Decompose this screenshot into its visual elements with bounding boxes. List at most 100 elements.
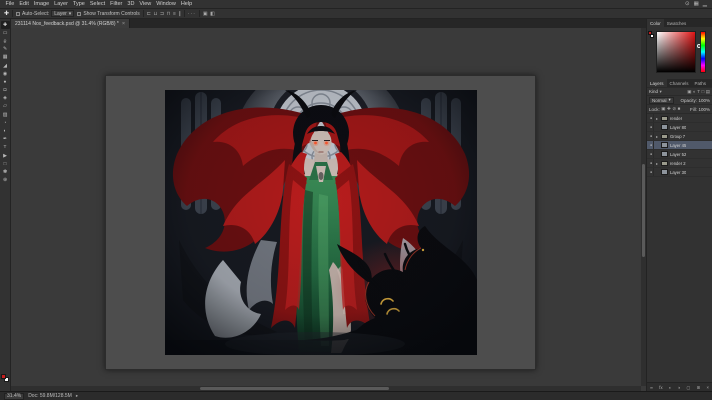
- eraser-tool[interactable]: ▱: [1, 103, 10, 111]
- layer-row[interactable]: ● ▸ Layer 52: [647, 150, 712, 159]
- layer-visibility-eye-icon[interactable]: ●: [649, 132, 654, 140]
- layer-visibility-eye-icon[interactable]: ●: [649, 159, 654, 167]
- clone-stamp-tool[interactable]: ◘: [1, 87, 10, 95]
- menu-item[interactable]: View: [137, 1, 154, 7]
- link-layers-icon[interactable]: ∞: [650, 385, 653, 390]
- lock-pixels-icon[interactable]: ✚: [667, 106, 671, 112]
- layer-row[interactable]: ● ▸ Group 7: [647, 132, 712, 141]
- horizontal-scrollbar-thumb[interactable]: [200, 387, 389, 390]
- menu-item[interactable]: Filter: [108, 1, 125, 7]
- move-tool[interactable]: ✚: [0, 21, 10, 30]
- document-canvas[interactable]: [105, 75, 536, 370]
- panel-background-swatch[interactable]: [650, 34, 654, 38]
- lasso-tool[interactable]: ϱ: [1, 37, 10, 45]
- layer-style-icon[interactable]: fx: [659, 385, 662, 390]
- brush-tool[interactable]: ●: [1, 78, 10, 86]
- healing-brush-tool[interactable]: ◉: [1, 70, 10, 78]
- arrange-icon[interactable]: ◧: [210, 11, 215, 17]
- path-selection-tool[interactable]: ▶: [1, 152, 10, 160]
- filter-shape-layers-icon[interactable]: □: [702, 89, 705, 95]
- hue-slider[interactable]: [700, 31, 706, 73]
- align-top-icon[interactable]: ⊓: [167, 11, 171, 17]
- layer-row[interactable]: ● ▸ Layer 80: [647, 123, 712, 132]
- panel-tab[interactable]: Paths: [692, 79, 710, 87]
- artwork-layer[interactable]: [165, 90, 477, 355]
- layer-name[interactable]: Layer 30: [670, 170, 686, 175]
- menu-item[interactable]: Edit: [17, 1, 31, 7]
- pen-tool[interactable]: ✒: [1, 136, 10, 144]
- menu-item[interactable]: Image: [31, 1, 51, 7]
- status-caret-icon[interactable]: ▸: [76, 393, 78, 399]
- distribute-horizontal-icon[interactable]: ∥: [178, 11, 181, 17]
- layer-name[interactable]: Layer 80: [670, 125, 686, 130]
- auto-select-dropdown[interactable]: Layer ▾: [51, 10, 75, 17]
- type-tool[interactable]: T: [1, 144, 10, 152]
- delete-layer-icon[interactable]: ×: [707, 385, 709, 390]
- lock-position-icon[interactable]: ⊘: [672, 106, 676, 112]
- zoom-tool[interactable]: ⊕: [1, 177, 10, 185]
- layer-thumbnail[interactable]: [661, 160, 668, 166]
- lock-all-icon[interactable]: ■: [678, 106, 681, 112]
- menu-item[interactable]: File: [3, 1, 17, 7]
- saturation-brightness-field[interactable]: [656, 31, 701, 73]
- show-transform-checkbox[interactable]: [77, 11, 82, 16]
- distribute-vertical-icon[interactable]: ≡: [173, 11, 176, 17]
- layer-thumbnail[interactable]: [661, 124, 668, 130]
- active-tool-icon[interactable]: ✚: [4, 10, 9, 17]
- panel-tab[interactable]: Layers: [647, 79, 667, 87]
- panel-tab[interactable]: Color: [647, 19, 664, 27]
- layer-row[interactable]: ● ▸ render: [647, 114, 712, 123]
- eyedropper-tool[interactable]: ◢: [1, 62, 10, 70]
- group-expand-arrow-icon[interactable]: ▸: [656, 161, 659, 166]
- blend-mode-dropdown[interactable]: Normal ▾: [649, 96, 674, 104]
- blur-tool[interactable]: ◔: [1, 119, 10, 127]
- quick-selection-tool[interactable]: ✎: [1, 46, 10, 54]
- layer-visibility-eye-icon[interactable]: ●: [649, 150, 654, 158]
- lock-transparency-icon[interactable]: ▣: [661, 106, 665, 112]
- layer-name[interactable]: Layer 52: [670, 152, 686, 157]
- layer-visibility-eye-icon[interactable]: ●: [649, 114, 654, 122]
- shape-tool[interactable]: □: [1, 160, 10, 168]
- vertical-scrollbar-thumb[interactable]: [642, 164, 645, 258]
- layer-thumbnail[interactable]: [661, 133, 668, 139]
- layer-row[interactable]: ● ▸ Layer 30: [647, 168, 712, 177]
- layer-name[interactable]: Group 7: [670, 134, 685, 139]
- filter-smart-objects-icon[interactable]: ▤: [706, 89, 710, 95]
- gradient-tool[interactable]: ▨: [1, 111, 10, 119]
- layer-visibility-eye-icon[interactable]: ●: [649, 141, 654, 149]
- panel-tab[interactable]: Channels: [667, 79, 692, 87]
- dodge-tool[interactable]: ◐: [1, 127, 10, 135]
- more-options-button[interactable]: ···: [188, 11, 196, 17]
- align-right-icon[interactable]: ⊐: [160, 11, 164, 17]
- hand-tool[interactable]: ✽: [1, 168, 10, 176]
- new-group-icon[interactable]: ▢: [686, 385, 690, 390]
- chevron-down-icon[interactable]: ▾: [660, 89, 662, 95]
- panel-tab[interactable]: Swatches: [664, 19, 690, 27]
- layer-name[interactable]: render 2: [670, 161, 686, 166]
- history-brush-tool[interactable]: ◈: [1, 95, 10, 103]
- search-icon[interactable]: ⊙: [683, 1, 692, 7]
- menu-item[interactable]: Window: [154, 1, 179, 7]
- fill-value[interactable]: 100%: [698, 107, 710, 112]
- close-tab-icon[interactable]: ×: [122, 21, 125, 27]
- menu-item[interactable]: 3D: [125, 1, 137, 7]
- adjustment-layer-icon[interactable]: ◑: [678, 385, 681, 390]
- menu-item[interactable]: Layer: [52, 1, 71, 7]
- zoom-level-field[interactable]: 31.4%: [4, 392, 25, 400]
- auto-select-checkbox[interactable]: [16, 11, 21, 16]
- filter-type-layers-icon[interactable]: T: [697, 89, 700, 95]
- layer-thumbnail[interactable]: [661, 142, 668, 148]
- marquee-tool[interactable]: ▭: [1, 29, 10, 37]
- 3d-mode-icon[interactable]: ▣: [203, 11, 208, 17]
- layer-row[interactable]: ● ▸ Layer 45: [647, 141, 712, 150]
- group-expand-arrow-icon[interactable]: ▸: [656, 116, 659, 121]
- layer-thumbnail[interactable]: [661, 169, 668, 175]
- layer-thumbnail[interactable]: [661, 151, 668, 157]
- layer-thumbnail[interactable]: [661, 115, 668, 121]
- group-expand-arrow-icon[interactable]: ▸: [656, 134, 659, 139]
- document-tab[interactable]: 231114 Nox_feedback.psd @ 31.4% (RGB/8) …: [11, 19, 131, 28]
- filter-pixel-layers-icon[interactable]: ▣: [687, 89, 691, 95]
- align-center-horizontal-icon[interactable]: ⊔: [153, 11, 157, 17]
- layer-name[interactable]: render: [670, 116, 682, 121]
- menu-item[interactable]: Select: [87, 1, 107, 7]
